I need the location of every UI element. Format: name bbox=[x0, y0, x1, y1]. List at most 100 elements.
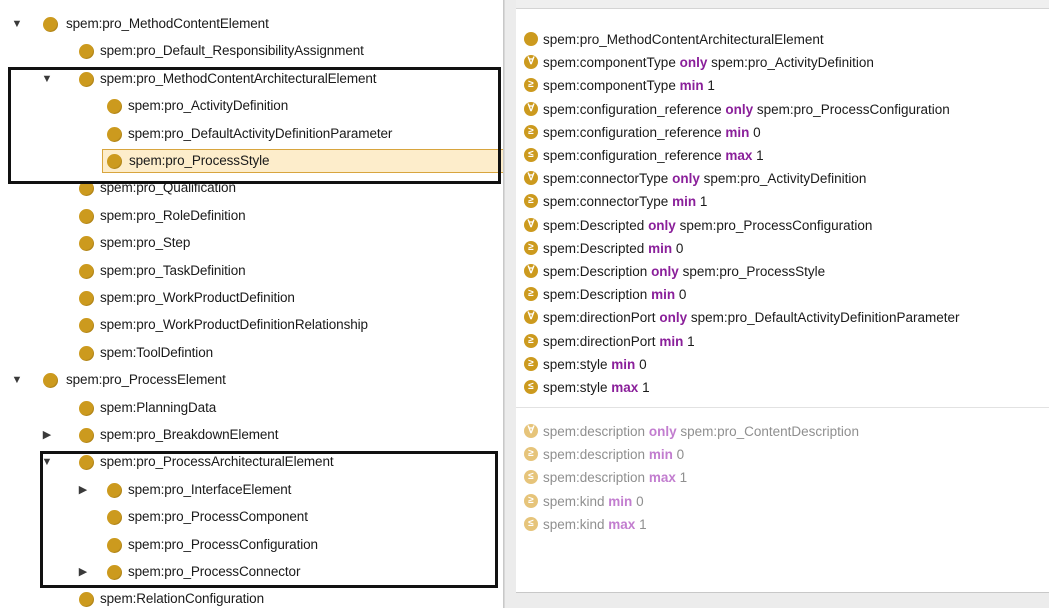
axiom-filler: 0 bbox=[676, 447, 685, 463]
axiom-property: spem:configuration_reference bbox=[543, 101, 722, 117]
tree-item-label[interactable]: spem:pro_ActivityDefinition bbox=[124, 94, 292, 118]
axiom-property: spem:directionPort bbox=[543, 310, 656, 326]
class-icon bbox=[79, 208, 94, 224]
axiom-filler: 1 bbox=[687, 333, 695, 349]
tree-item-pro-processarchitecturalelement[interactable]: ▼ spem:pro_ProcessArchitecturalElement bbox=[0, 450, 500, 474]
axiom-property: spem:Description bbox=[543, 264, 648, 279]
axiom-filler: 1 bbox=[679, 470, 688, 486]
axiom-text: spem:configuration_reference min 0 bbox=[543, 121, 761, 144]
class-hierarchy-tree[interactable]: ▼ spem:pro_MethodContentElement spem:pro_D… bbox=[0, 0, 504, 608]
tree-item-label[interactable]: spem:pro_MethodContentElement bbox=[62, 12, 273, 36]
tree-item-label[interactable]: spem:pro_ProcessArchitecturalElement bbox=[96, 450, 338, 474]
tree-item-pro-qualification[interactable]: spem:pro_Qualification bbox=[0, 176, 500, 200]
tree-item-pro-taskdefinition[interactable]: spem:pro_TaskDefinition bbox=[0, 259, 500, 283]
tree-item-label[interactable]: spem:pro_DefaultActivityDefinitionParame… bbox=[124, 122, 396, 146]
axiom-keyword: max bbox=[648, 470, 676, 486]
min-cardinality-icon: ≥ bbox=[524, 240, 538, 255]
universal-restriction-icon: ∀ bbox=[524, 310, 538, 325]
collapsed-arrow-icon[interactable]: ▶ bbox=[40, 423, 54, 447]
tree-item-pro-processconfiguration[interactable]: spem:pro_ProcessConfiguration bbox=[0, 533, 500, 557]
axiom-property: spem:configuration_reference bbox=[543, 124, 722, 140]
tree-item-tooldefintion[interactable]: spem:ToolDefintion bbox=[0, 341, 500, 365]
axiom-keyword: min bbox=[608, 493, 633, 509]
axiom-keyword: only bbox=[672, 171, 700, 187]
universal-restriction-icon: ∀ bbox=[524, 55, 538, 70]
axiom-property: spem:Descripted bbox=[543, 217, 645, 233]
axiom-property: spem:kind bbox=[543, 516, 605, 532]
expanded-arrow-icon[interactable]: ▼ bbox=[40, 450, 54, 474]
tree-item-planningdata[interactable]: spem:PlanningData bbox=[0, 396, 500, 420]
axiom-keyword: max bbox=[725, 148, 753, 163]
tree-item-pro-methodcontentarchitecturalelement[interactable]: ▼ spem:pro_MethodContentArchitecturalElem… bbox=[0, 67, 500, 91]
axiom-property: spem:description bbox=[543, 424, 646, 439]
tree-item-label[interactable]: spem:pro_WorkProductDefinitionRelationsh… bbox=[96, 313, 372, 337]
tree-item-pro-roledefinition[interactable]: spem:pro_RoleDefinition bbox=[0, 204, 500, 228]
tree-item-label[interactable]: spem:pro_MethodContentArchitecturalEleme… bbox=[96, 67, 380, 91]
min-cardinality-icon: ≥ bbox=[524, 333, 538, 348]
tree-item-label[interactable]: spem:pro_Default_ResponsibilityAssignmen… bbox=[96, 39, 368, 63]
axiom-filler: spem:pro_ProcessConfiguration bbox=[679, 217, 873, 233]
tree-item-label[interactable]: spem:pro_ProcessComponent bbox=[124, 505, 312, 529]
expanded-arrow-icon[interactable]: ▼ bbox=[10, 12, 24, 36]
axiom-text: spem:description max 1 bbox=[543, 466, 687, 489]
tree-item-relationconfiguration[interactable]: spem:RelationConfiguration bbox=[0, 587, 500, 608]
class-icon bbox=[79, 71, 94, 87]
expanded-arrow-icon[interactable]: ▼ bbox=[40, 67, 54, 91]
tree-item-label[interactable]: spem:pro_ProcessStyle bbox=[102, 149, 503, 173]
axiom-filler: spem:pro_ProcessConfiguration bbox=[756, 101, 950, 117]
axiom-text: spem:description only spem:pro_ContentDe… bbox=[543, 420, 859, 443]
axiom-keyword: min bbox=[725, 124, 750, 140]
class-icon bbox=[79, 291, 94, 306]
axiom-keyword: only bbox=[651, 264, 679, 279]
collapsed-arrow-icon[interactable]: ▶ bbox=[76, 560, 90, 584]
tree-item-label[interactable]: spem:ToolDefintion bbox=[96, 341, 217, 365]
tree-item-label[interactable]: spem:pro_RoleDefinition bbox=[96, 204, 250, 228]
tree-item-label[interactable]: spem:pro_WorkProductDefinition bbox=[96, 286, 299, 310]
axiom-text: spem:Description only spem:pro_ProcessSt… bbox=[543, 260, 825, 283]
tree-item-pro-defaultactivitydefinitionparameter[interactable]: spem:pro_DefaultActivityDefinitionParame… bbox=[0, 122, 500, 146]
axiom-text: spem:description min 0 bbox=[543, 443, 684, 466]
tree-item-pro-activitydefinition[interactable]: spem:pro_ActivityDefinition bbox=[0, 94, 500, 118]
axiom-keyword: min bbox=[659, 333, 684, 349]
universal-restriction-icon: ∀ bbox=[524, 424, 538, 438]
tree-item-pro-processcomponent[interactable]: spem:pro_ProcessComponent bbox=[0, 505, 500, 529]
tree-item-label[interactable]: spem:pro_ProcessElement bbox=[62, 368, 230, 392]
tree-item-pro-step[interactable]: spem:pro_Step bbox=[0, 231, 500, 255]
tree-item-label[interactable]: spem:pro_BreakdownElement bbox=[96, 423, 282, 447]
section-separator bbox=[516, 407, 1049, 408]
axiom-property: spem:connectorType bbox=[543, 171, 669, 187]
tree-item-pro-interfaceelement[interactable]: ▶ spem:pro_InterfaceElement bbox=[0, 478, 500, 502]
tree-item-pro-workproductdefinition[interactable]: spem:pro_WorkProductDefinition bbox=[0, 286, 500, 310]
tree-item-label[interactable]: spem:pro_ProcessConnector bbox=[124, 560, 304, 584]
axiom-text: spem:kind max 1 bbox=[543, 513, 647, 536]
tree-item-label[interactable]: spem:pro_InterfaceElement bbox=[124, 478, 295, 502]
axiom-property: spem:configuration_reference bbox=[543, 148, 722, 163]
min-cardinality-icon: ≥ bbox=[524, 124, 538, 139]
tree-item-label[interactable]: spem:RelationConfiguration bbox=[96, 587, 268, 608]
tree-item-pro-workproductdefinitionrelationship[interactable]: spem:pro_WorkProductDefinitionRelationsh… bbox=[0, 313, 500, 337]
axiom-filler: 1 bbox=[707, 78, 715, 94]
tree-item-pro-processconnector[interactable]: ▶ spem:pro_ProcessConnector bbox=[0, 560, 500, 584]
tree-item-label[interactable]: spem:pro_TaskDefinition bbox=[96, 259, 250, 283]
collapsed-arrow-icon[interactable]: ▶ bbox=[76, 478, 90, 502]
tree-item-pro-breakdownelement[interactable]: ▶ spem:pro_BreakdownElement bbox=[0, 423, 500, 447]
class-icon bbox=[107, 99, 122, 115]
tree-item-pro-default-responsibilityassignment[interactable]: spem:pro_Default_ResponsibilityAssignmen… bbox=[0, 39, 500, 63]
class-icon bbox=[79, 345, 94, 361]
axiom-filler: 0 bbox=[675, 240, 684, 256]
tree-item-pro-processelement[interactable]: ▼ spem:pro_ProcessElement bbox=[0, 368, 500, 392]
tree-item-label[interactable]: spem:PlanningData bbox=[96, 396, 220, 420]
axiom-keyword: only bbox=[725, 101, 754, 117]
axiom-text: spem:Descripted min 0 bbox=[543, 237, 683, 260]
axiom-property: spem:Description bbox=[543, 287, 648, 303]
tree-item-label[interactable]: spem:pro_Qualification bbox=[96, 176, 240, 200]
class-icon bbox=[79, 428, 94, 443]
tree-item-pro-methodcontentelement[interactable]: ▼ spem:pro_MethodContentElement bbox=[0, 12, 500, 36]
expanded-arrow-icon[interactable]: ▼ bbox=[10, 368, 24, 392]
axiom-property: spem:Descripted bbox=[543, 240, 645, 256]
axiom-keyword: only bbox=[648, 424, 677, 439]
tree-item-label[interactable]: spem:pro_ProcessConfiguration bbox=[124, 533, 322, 557]
tree-item-label[interactable]: spem:pro_Step bbox=[96, 231, 194, 255]
axiom-text: spem:style min 0 bbox=[543, 353, 647, 376]
tree-item-pro-processstyle[interactable]: spem:pro_ProcessStyle bbox=[0, 149, 503, 173]
